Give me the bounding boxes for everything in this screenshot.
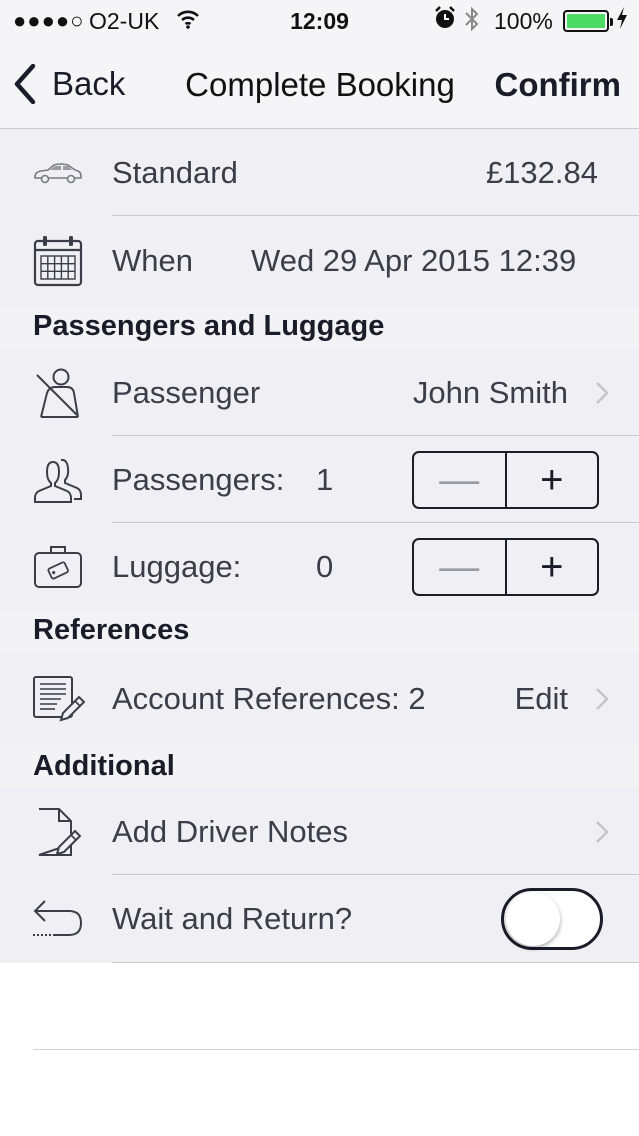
passenger-label: Passenger [112,374,261,410]
when-row[interactable]: When Wed 29 Apr 2015 12:39 [0,216,639,306]
vehicle-price: £132.84 [485,154,598,190]
divider [33,1049,639,1050]
section-header-passengers: Passengers and Luggage [0,306,639,349]
alarm-icon [434,6,456,37]
luggage-count-row: Luggage: 0 — + [0,523,639,610]
wait-return-row: Wait and Return? [0,875,639,963]
passenger-count-row: Passengers: 1 — + [0,436,639,523]
bluetooth-icon [464,6,480,39]
account-references-row[interactable]: Account References: 2 Edit [0,655,639,742]
vehicle-type: Standard [112,154,238,190]
luggage-icon [30,539,86,595]
battery-icon [563,10,613,32]
wait-return-toggle[interactable] [501,888,603,950]
passenger-row[interactable]: Passenger John Smith [0,349,639,436]
navigation-bar: Back Complete Booking Confirm [0,42,639,129]
passenger-increment-button[interactable]: + [507,453,598,507]
section-title: Additional [33,750,175,782]
battery-percent: 100% [494,8,553,34]
people-icon [30,452,86,508]
chevron-left-icon [14,64,36,104]
passenger-count-value: 1 [316,461,334,497]
status-bar: ●●●●○ O2-UK 12:09 100% [0,0,639,42]
chevron-right-icon [596,687,609,710]
section-header-additional: Additional [0,744,639,789]
account-references-label: Account References: 2 [112,680,426,716]
chevron-right-icon [596,820,609,843]
passenger-name: John Smith [412,374,568,410]
luggage-increment-button[interactable]: + [507,540,598,594]
notes-edit-icon [30,671,86,727]
passenger-stepper: — + [412,450,599,509]
document-edit-icon [30,804,86,860]
charging-icon [616,6,628,36]
luggage-count-label: Luggage: [112,548,242,584]
driver-notes-label: Add Driver Notes [112,813,349,849]
car-icon [30,145,86,201]
driver-notes-row[interactable]: Add Driver Notes [0,788,639,875]
wait-return-label: Wait and Return? [112,901,353,936]
when-value: Wed 29 Apr 2015 12:39 [251,243,577,278]
section-header-references: References [0,610,639,653]
when-label: When [112,243,193,278]
return-arrow-icon [30,891,86,947]
luggage-stepper: — + [412,537,599,596]
page-title: Complete Booking [185,66,455,103]
section-title: Passengers and Luggage [33,310,385,342]
luggage-count-value: 0 [316,548,334,584]
passenger-count-label: Passengers: [112,461,285,497]
booking-form: Standard £132.84 When Wed 29 Apr 2015 12… [0,129,639,963]
passenger-icon [30,365,86,421]
back-button[interactable]: Back [14,62,125,106]
back-label: Back [52,65,126,102]
section-title: References [33,614,190,646]
confirm-button[interactable]: Confirm [495,66,622,104]
luggage-decrement-button[interactable]: — [414,539,507,594]
passenger-decrement-button[interactable]: — [414,452,507,507]
edit-references-button[interactable]: Edit [515,681,568,717]
chevron-right-icon [596,381,609,404]
vehicle-row[interactable]: Standard £132.84 [0,129,639,216]
calendar-icon [30,233,86,289]
toggle-knob [506,892,560,946]
